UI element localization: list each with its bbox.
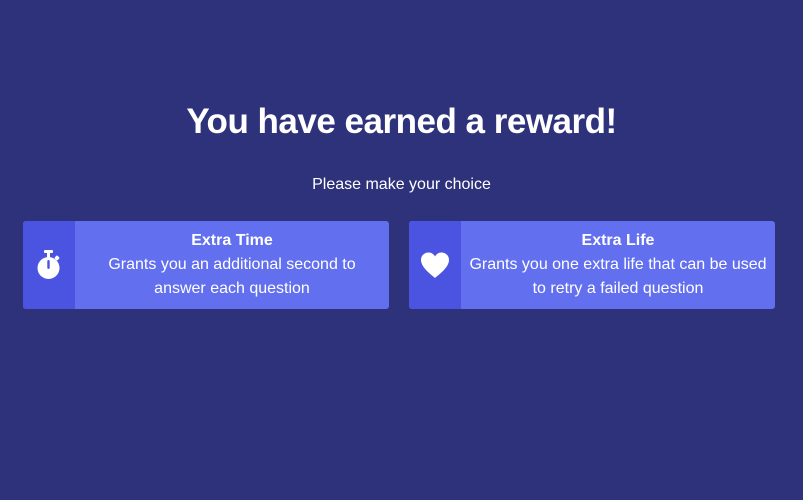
reward-icon-panel: [409, 221, 461, 309]
stopwatch-icon: [37, 250, 60, 279]
reward-icon-panel: [23, 221, 75, 309]
page-subtitle: Please make your choice: [312, 176, 491, 193]
reward-title: Extra Life: [581, 232, 655, 249]
reward-option-extra-time[interactable]: Extra Time Grants you an additional seco…: [23, 221, 389, 309]
reward-description: Grants you an additional second to answe…: [108, 256, 356, 297]
reward-option-extra-life[interactable]: Extra Life Grants you one extra life tha…: [409, 221, 775, 309]
heart-icon: [421, 252, 449, 278]
reward-description: Grants you one extra life that can be us…: [469, 256, 767, 297]
reward-title: Extra Time: [191, 232, 273, 249]
page-title: You have earned a reward!: [186, 102, 617, 141]
